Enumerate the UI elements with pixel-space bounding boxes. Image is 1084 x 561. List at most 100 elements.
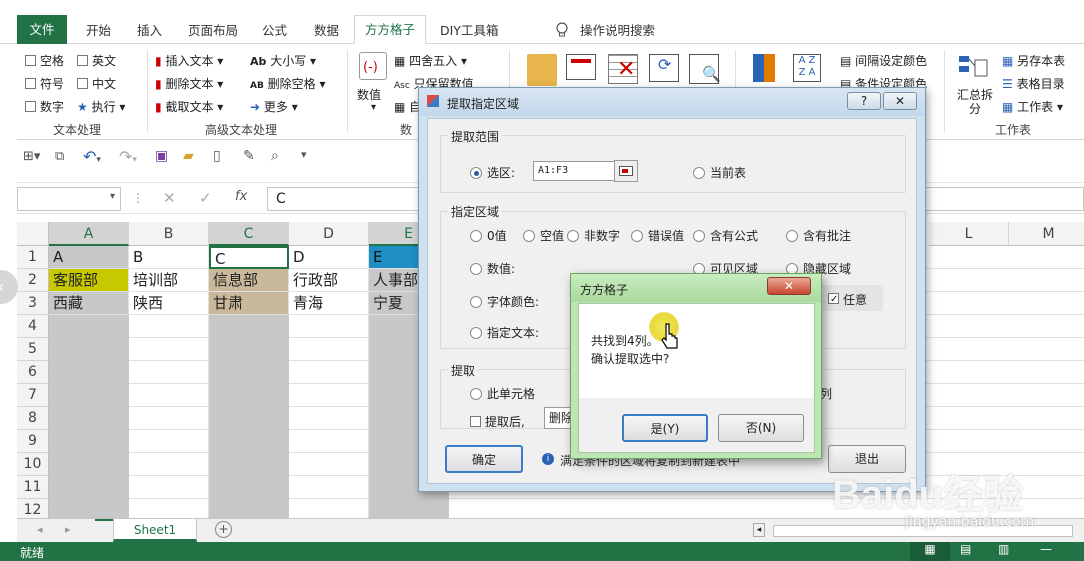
cell-a2[interactable]: 客服部 — [49, 269, 129, 292]
next-sheet-icon[interactable]: ▸ — [65, 523, 71, 536]
add-sheet-icon[interactable]: + — [215, 521, 232, 538]
sheet-tab-sheet1[interactable]: Sheet1 — [113, 519, 197, 542]
column-header-a[interactable]: A — [49, 222, 129, 246]
zoom-out-icon[interactable]: — — [1040, 542, 1052, 556]
row-header[interactable]: 10 — [17, 453, 49, 476]
prev-sheet-icon[interactable]: ◂ — [37, 523, 43, 536]
zero-value-radio[interactable]: 0值 — [470, 227, 507, 244]
font-color-radio[interactable]: 字体颜色: — [470, 293, 539, 310]
round-button[interactable]: ▦ 四舍五入 ▾ — [394, 52, 467, 69]
cell-a1[interactable]: A — [49, 246, 129, 269]
table-icon[interactable]: ⊞▾ — [23, 149, 40, 164]
tab-page-layout[interactable]: 页面布局 — [188, 17, 238, 44]
range-picker-icon[interactable] — [614, 160, 638, 182]
english-checkbox[interactable]: 英文 — [77, 52, 116, 69]
summary-split-button[interactable]: 汇总拆分 — [955, 88, 995, 116]
row-header[interactable]: 9 — [17, 430, 49, 453]
symbol-checkbox[interactable]: 符号 — [25, 75, 64, 92]
clipboard-icon[interactable] — [527, 54, 557, 86]
non-number-radio[interactable]: 非数字 — [567, 227, 620, 244]
sort-az-icon[interactable]: A ZZ A — [793, 54, 821, 82]
new-document-icon[interactable]: ▯ — [213, 148, 221, 164]
normal-view-icon[interactable]: ▦ — [910, 542, 950, 561]
layout-icon[interactable] — [566, 54, 596, 80]
tab-data[interactable]: 数据 — [314, 17, 339, 44]
cell-b1[interactable]: B — [129, 246, 209, 269]
any-checkbox[interactable]: 任意 — [828, 291, 867, 308]
row-header[interactable]: 6 — [17, 361, 49, 384]
row-header[interactable]: 1 — [17, 246, 49, 269]
numeric-radio[interactable]: 数值: — [470, 260, 515, 277]
error-value-radio[interactable]: 错误值 — [631, 227, 684, 244]
selection-range-input[interactable]: A1:F3 — [533, 161, 621, 181]
save-icon[interactable]: ▣ — [155, 148, 168, 164]
insert-text-button[interactable]: ▮ 插入文本 ▾ — [155, 52, 223, 69]
cancel-icon[interactable]: ✕ — [163, 189, 176, 207]
select-all-corner[interactable] — [17, 222, 49, 246]
cell-a3[interactable]: 西藏 — [49, 292, 129, 315]
open-folder-icon[interactable]: ▰ — [183, 148, 194, 164]
no-button[interactable]: 否(N) — [718, 414, 804, 442]
column-header-d[interactable]: D — [289, 222, 369, 246]
tab-diy-toolbox[interactable]: DIY工具箱 — [440, 17, 498, 44]
tab-home[interactable]: 开始 — [86, 17, 111, 44]
name-box[interactable]: ▾ — [17, 187, 121, 211]
help-button[interactable]: ? — [847, 92, 881, 110]
delete-text-button[interactable]: ▮ 删除文本 ▾ — [155, 75, 223, 92]
page-break-view-icon[interactable]: ▥ — [998, 542, 1009, 556]
copy-icon[interactable]: ⧉ — [55, 149, 64, 164]
row-header[interactable]: 2 — [17, 269, 49, 292]
undo-icon[interactable]: ↶▾ — [83, 147, 101, 166]
cell-d1[interactable]: D — [289, 246, 369, 269]
chinese-checkbox[interactable]: 中文 — [77, 75, 116, 92]
delete-space-button[interactable]: AB 删除空格 ▾ — [250, 75, 326, 92]
cut-text-button[interactable]: ▮ 截取文本 ▾ — [155, 98, 223, 115]
close-icon[interactable]: ✕ — [767, 277, 811, 295]
tab-formulas[interactable]: 公式 — [262, 17, 287, 44]
row-header[interactable]: 7 — [17, 384, 49, 407]
customize-qat-icon[interactable]: ▾ — [301, 148, 307, 161]
row-header[interactable]: 4 — [17, 315, 49, 338]
column-header-l[interactable]: L — [929, 222, 1009, 246]
cell-d2[interactable]: 行政部 — [289, 269, 369, 292]
has-comment-radio[interactable]: 含有批注 — [786, 227, 851, 244]
more-button[interactable]: ➜ 更多 ▾ — [250, 98, 298, 115]
tell-me-search[interactable]: 操作说明搜索 — [580, 17, 655, 44]
row-header[interactable]: 12 — [17, 499, 49, 518]
yes-button[interactable]: 是(Y) — [622, 414, 708, 442]
tab-insert[interactable]: 插入 — [137, 17, 162, 44]
tab-fangfang[interactable]: 方方格子 — [354, 15, 427, 44]
row-header[interactable]: 5 — [17, 338, 49, 361]
page-layout-view-icon[interactable]: ▤ — [960, 542, 971, 556]
this-cell-radio[interactable]: 此单元格 — [470, 385, 535, 402]
execute-button[interactable]: ★ 执行 ▾ — [77, 98, 125, 115]
table-directory-button[interactable]: ☰ 表格目录 — [1002, 75, 1065, 92]
save-as-sheet-button[interactable]: ▦ 另存本表 — [1002, 52, 1065, 69]
cell-c2[interactable]: 信息部 — [209, 269, 289, 292]
cell-d3[interactable]: 青海 — [289, 292, 369, 315]
column-header-m[interactable]: M — [1009, 222, 1084, 246]
tab-file[interactable]: 文件 — [17, 15, 67, 44]
cell-b2[interactable]: 培训部 — [129, 269, 209, 292]
ok-button[interactable]: 确定 — [445, 445, 523, 473]
delete-grid-icon[interactable]: ✕ — [608, 54, 638, 84]
cell-b3[interactable]: 陕西 — [129, 292, 209, 315]
worksheet-menu-button[interactable]: ▦ 工作表 ▾ — [1002, 98, 1063, 115]
color-chart-icon[interactable] — [753, 54, 775, 82]
scroll-left-icon[interactable]: ◂ — [753, 523, 765, 537]
empty-value-radio[interactable]: 空值 — [523, 227, 564, 244]
cell-c3[interactable]: 甘肃 — [209, 292, 289, 315]
edit-icon[interactable]: ✎ — [243, 148, 255, 164]
redo-icon[interactable]: ↷▾ — [119, 147, 137, 166]
print-preview-icon[interactable]: ⌕ — [271, 148, 279, 164]
cell-c1-active[interactable]: C — [209, 246, 289, 269]
value-button[interactable]: 数值 — [357, 86, 381, 103]
current-sheet-radio[interactable]: 当前表 — [693, 164, 746, 181]
space-checkbox[interactable]: 空格 — [25, 52, 64, 69]
confirm-icon[interactable]: ✓ — [199, 189, 212, 207]
column-header-b[interactable]: B — [129, 222, 209, 246]
interval-color-button[interactable]: ▤ 间隔设定颜色 — [840, 52, 927, 69]
case-button[interactable]: Ab 大小写 ▾ — [250, 52, 316, 69]
close-icon[interactable]: ✕ — [883, 92, 917, 110]
has-formula-radio[interactable]: 含有公式 — [693, 227, 758, 244]
